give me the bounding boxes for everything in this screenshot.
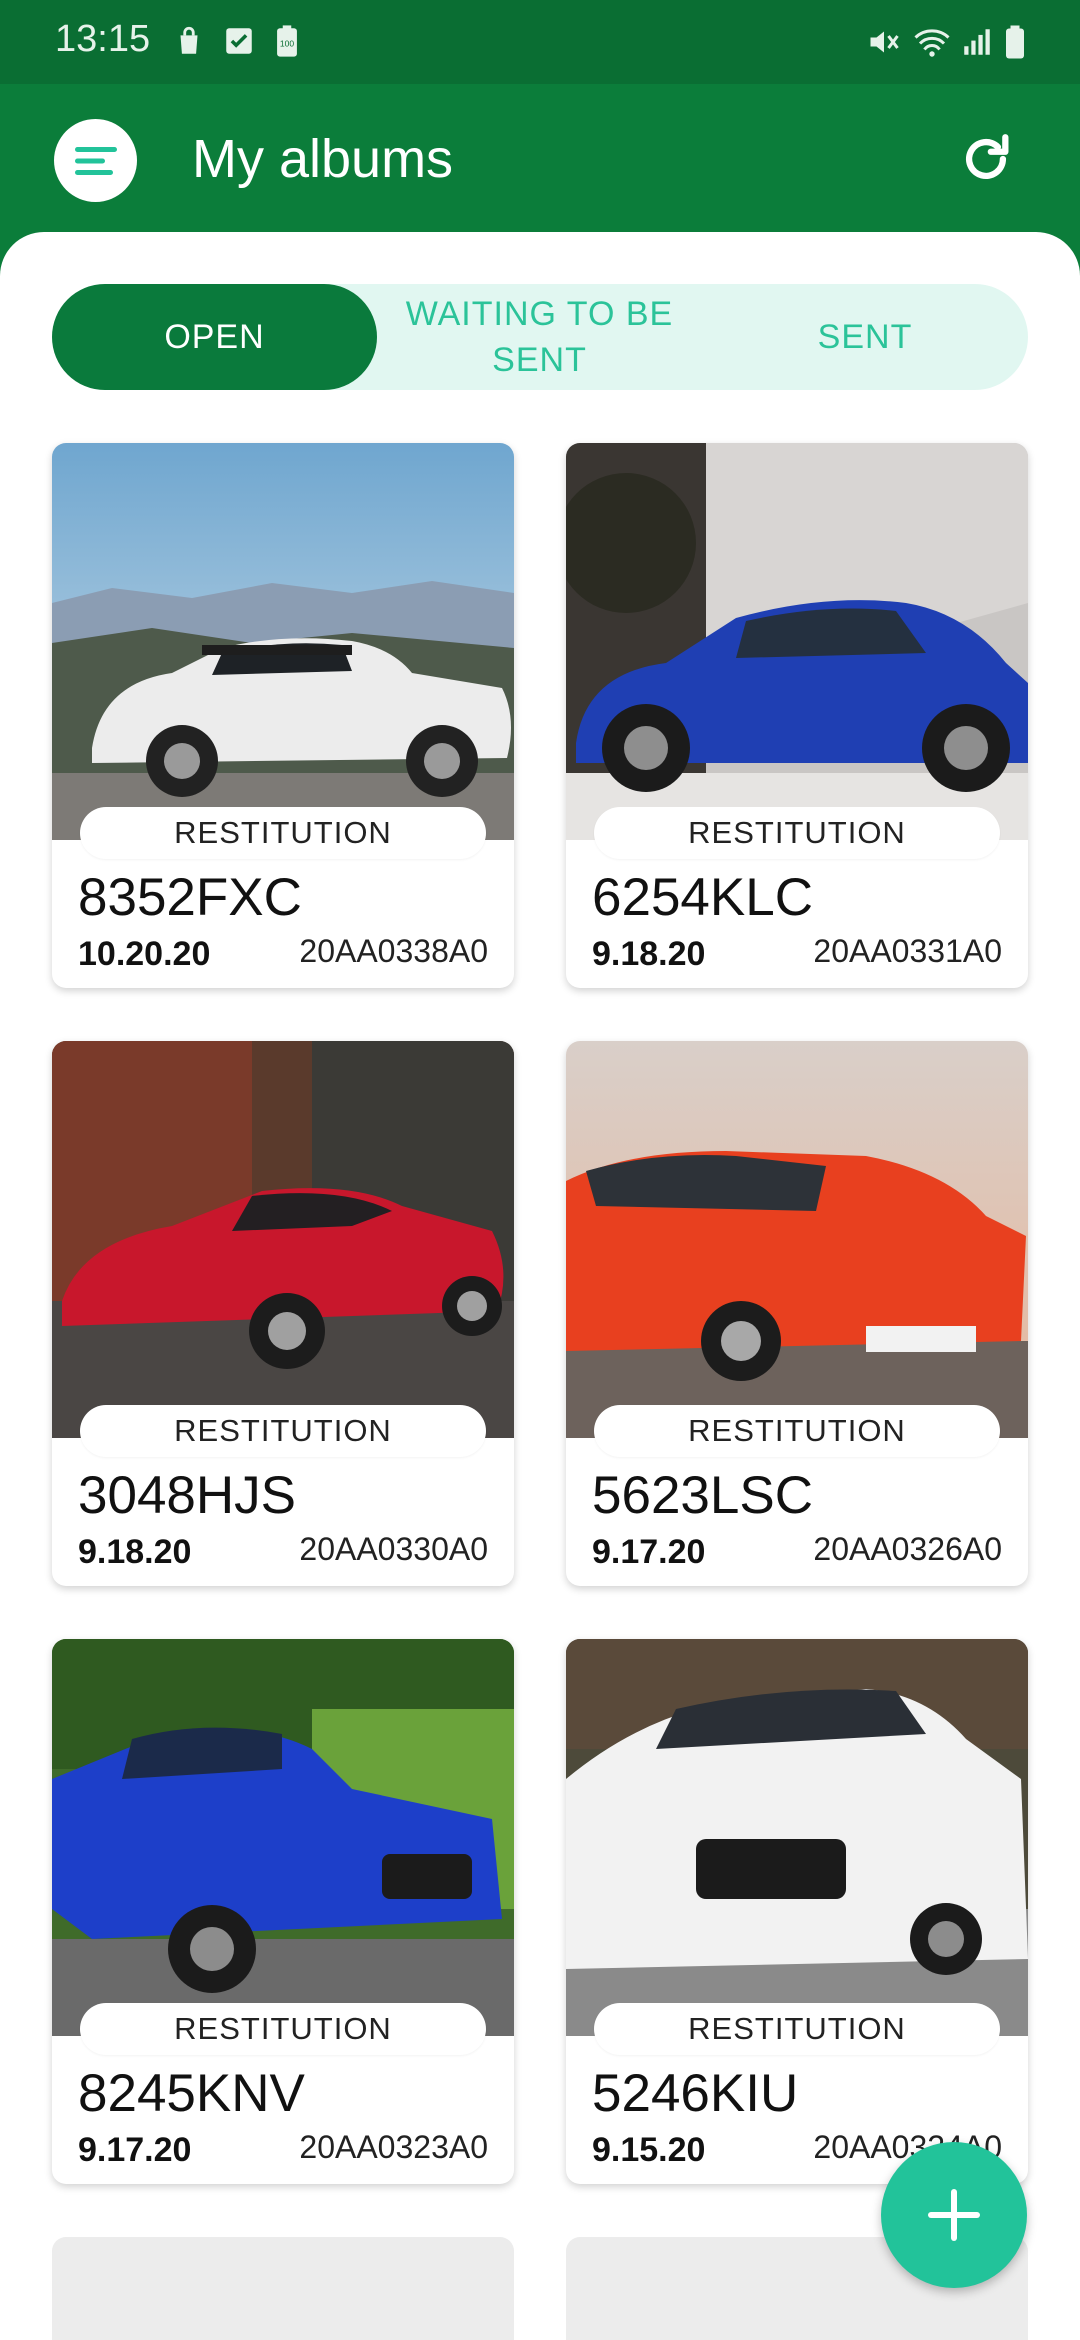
wifi-icon	[914, 29, 950, 57]
album-date: 9.17.20	[78, 2131, 192, 2169]
album-photo	[52, 443, 514, 840]
album-code: 20AA0323A0	[299, 2129, 488, 2165]
shopping-bag-icon	[180, 26, 198, 54]
plus-icon	[928, 2189, 980, 2241]
album-code: 20AA0331A0	[813, 933, 1002, 969]
album-date: 9.17.20	[592, 1533, 706, 1571]
album-date: 10.20.20	[78, 935, 211, 973]
svg-text:100: 100	[280, 39, 294, 49]
album-code: 20AA0338A0	[299, 933, 488, 969]
status-bar: 13:15 100	[0, 0, 1080, 84]
album-status-tabs: OPEN WAITING TO BE SENT SENT	[52, 284, 1028, 390]
album-card[interactable]: RESTITUTION 6254KLC 9.18.20 20AA0331A0	[566, 443, 1028, 988]
tab-sent[interactable]: SENT	[702, 284, 1028, 390]
album-date: 9.18.20	[78, 1533, 192, 1571]
album-photo	[566, 443, 1028, 840]
tab-waiting-to-be-sent[interactable]: WAITING TO BE SENT	[377, 284, 702, 390]
menu-button[interactable]	[54, 119, 137, 202]
album-card-placeholder	[52, 2237, 514, 2340]
add-album-button[interactable]	[881, 2142, 1027, 2288]
album-date: 9.18.20	[592, 935, 706, 973]
tab-open[interactable]: OPEN	[52, 284, 377, 390]
album-card[interactable]: RESTITUTION 8245KNV 9.17.20 20AA0323A0	[52, 1639, 514, 2184]
license-plate: 6254KLC	[592, 868, 814, 927]
album-photo	[52, 1041, 514, 1438]
album-photo	[52, 1639, 514, 2036]
app-bar: My albums	[0, 84, 1080, 234]
album-photo	[566, 1041, 1028, 1438]
album-date: 9.15.20	[592, 2131, 706, 2169]
album-type-badge: RESTITUTION	[80, 2003, 486, 2055]
menu-icon	[74, 146, 117, 175]
signal-icon	[964, 29, 990, 55]
album-code: 20AA0330A0	[299, 1531, 488, 1567]
album-type-badge: RESTITUTION	[594, 807, 1000, 859]
album-type-badge: RESTITUTION	[594, 2003, 1000, 2055]
license-plate: 5246KIU	[592, 2064, 799, 2123]
license-plate: 3048HJS	[78, 1466, 297, 1525]
battery-icon	[1006, 25, 1024, 59]
refresh-button[interactable]	[953, 126, 1019, 192]
license-plate: 8352FXC	[78, 868, 302, 927]
album-type-badge: RESTITUTION	[80, 807, 486, 859]
refresh-icon	[965, 134, 1009, 180]
album-code: 20AA0326A0	[813, 1531, 1002, 1567]
album-card[interactable]: RESTITUTION 5246KIU 9.15.20 20AA0324A0	[566, 1639, 1028, 2184]
album-type-badge: RESTITUTION	[594, 1405, 1000, 1457]
page-title: My albums	[192, 129, 454, 189]
battery-saver-icon: 100	[277, 25, 297, 57]
license-plate: 8245KNV	[78, 2064, 305, 2123]
checkbox-icon	[226, 28, 252, 54]
status-time: 13:15	[55, 18, 151, 60]
mute-icon	[870, 31, 899, 53]
content-sheet: OPEN WAITING TO BE SENT SENT RESTITUTION…	[0, 232, 1080, 2340]
album-type-badge: RESTITUTION	[80, 1405, 486, 1457]
license-plate: 5623LSC	[592, 1466, 814, 1525]
album-card[interactable]: RESTITUTION 5623LSC 9.17.20 20AA0326A0	[566, 1041, 1028, 1586]
album-card[interactable]: RESTITUTION 8352FXC 10.20.20 20AA0338A0	[52, 443, 514, 988]
album-photo	[566, 1639, 1028, 2036]
album-card[interactable]: RESTITUTION 3048HJS 9.18.20 20AA0330A0	[52, 1041, 514, 1586]
